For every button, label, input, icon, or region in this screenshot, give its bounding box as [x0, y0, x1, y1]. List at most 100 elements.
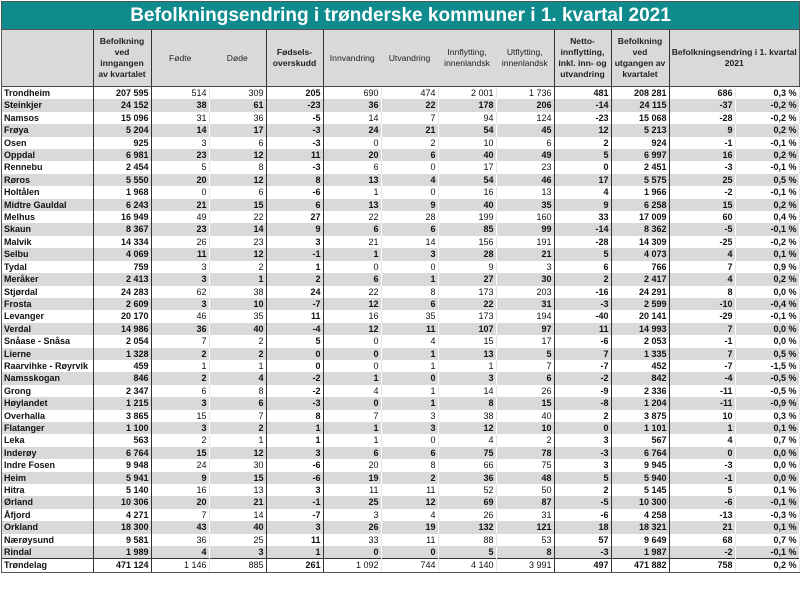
cell-pop-end: 9 649: [611, 533, 670, 547]
cell-domestic-out: 17: [496, 335, 555, 348]
cell-births: 3: [151, 297, 210, 311]
cell-emigration: 0: [381, 434, 439, 447]
cell-immigration: 20: [323, 149, 382, 162]
cell-natural-increase: 205: [266, 86, 324, 100]
header-deaths: Døde: [209, 30, 267, 87]
cell-natural-increase: 1: [266, 434, 324, 447]
cell-domestic-out: 3 991: [496, 558, 555, 572]
cell-domestic-out: 26: [496, 384, 555, 398]
table-row: Ørland 10 306 20 21 -1 25 12 69 87 -5 10 300 -6 -0,1…: [2, 496, 800, 509]
cell-change: -37: [669, 99, 736, 112]
cell-emigration: 3: [381, 421, 439, 435]
cell-emigration: 1: [381, 384, 439, 398]
cell-change-percent: -0,5 %: [735, 372, 800, 385]
cell-pop-start: 2 054: [93, 335, 152, 348]
table-row: Heim 5 941 9 15 -6 19 2 36 48 5 5 940 -1 0,0 %: [2, 471, 800, 484]
cell-municipality: Midtre Gauldal: [2, 198, 94, 212]
cell-domestic-out: 6: [496, 136, 555, 150]
cell-emigration: 28: [381, 211, 439, 224]
header-net-migration: Netto-innflytting, inkl. inn- og utvandr…: [554, 30, 612, 87]
cell-immigration: 21: [323, 235, 382, 249]
cell-municipality: Rennebu: [2, 161, 94, 174]
cell-municipality: Åfjord: [2, 508, 94, 522]
table-row: Snåase - Snåsa 2 054 7 2 5 0 4 15 17 -6 2 053 -1 0,0…: [2, 335, 800, 348]
cell-domestic-in: 38: [438, 409, 497, 422]
cell-births: 2: [151, 347, 210, 360]
cell-change-percent: -0,5 %: [735, 384, 800, 398]
table-row: Malvik 14 334 26 23 3 21 14 156 191 -28 14 309 -25-…: [2, 235, 800, 249]
cell-immigration: 22: [323, 211, 382, 224]
cell-emigration: 0: [381, 161, 439, 174]
cell-change-percent: 0,3 %: [735, 86, 800, 100]
cell-natural-increase: -6: [266, 459, 324, 472]
cell-net-migration: 497: [554, 558, 612, 572]
cell-pop-end: 471 882: [611, 558, 670, 572]
cell-net-migration: 57: [554, 533, 612, 547]
cell-pop-end: 4 073: [611, 248, 670, 261]
cell-pop-end: 1 101: [611, 421, 670, 435]
cell-municipality: Snåase - Snåsa: [2, 335, 94, 348]
cell-emigration: 4: [381, 335, 439, 348]
cell-births: 1 146: [151, 558, 210, 572]
cell-emigration: 8: [381, 285, 439, 298]
cell-change: 9: [669, 124, 736, 137]
table-row: Frøya 5 204 14 17 -3 24 21 54 45 12 5 213 9 0,2 %: [2, 124, 800, 137]
cell-natural-increase: 11: [266, 533, 324, 547]
cell-pop-end: 842: [611, 372, 670, 385]
cell-municipality: Tydal: [2, 260, 94, 274]
cell-deaths: 3: [209, 546, 267, 559]
cell-immigration: 16: [323, 310, 382, 323]
cell-net-migration: -16: [554, 285, 612, 298]
cell-pop-start: 5 550: [93, 173, 152, 187]
header-pop-start: Befolkning ved inngangen av kvartalet: [93, 30, 152, 87]
cell-change-percent: 0,0 %: [735, 446, 800, 460]
table-row: Inderøy 6 764 15 12 3 6 6 75 78 -3 6 764 0 0,0 %: [2, 446, 800, 460]
table-row: Nærøysund 9 581 36 25 11 33 11 88 53 57 9 649 68 0,7…: [2, 533, 800, 547]
cell-deaths: 15: [209, 471, 267, 484]
cell-natural-increase: 2: [266, 273, 324, 286]
cell-municipality: Heim: [2, 471, 94, 484]
cell-natural-increase: 3: [266, 446, 324, 460]
table-row: Midtre Gauldal 6 243 21 15 6 13 9 40 35 9 6 258 15 0…: [2, 198, 800, 212]
cell-municipality: Ørland: [2, 496, 94, 509]
cell-births: 16: [151, 484, 210, 497]
cell-domestic-out: 10: [496, 421, 555, 435]
cell-immigration: 1: [323, 248, 382, 261]
header-pop-end: Befolkning ved utgangen av kvartalet: [611, 30, 670, 87]
cell-domestic-out: 87: [496, 496, 555, 509]
cell-domestic-in: 5: [438, 546, 497, 559]
cell-deaths: 12: [209, 446, 267, 460]
cell-pop-end: 10 300: [611, 496, 670, 509]
table-row: Levanger 20 170 46 35 11 16 35 173 194 -40 20 141-…: [2, 310, 800, 323]
cell-domestic-in: 199: [438, 211, 497, 224]
cell-natural-increase: 8: [266, 409, 324, 422]
cell-immigration: 11: [323, 484, 382, 497]
cell-pop-start: 15 096: [93, 111, 152, 125]
table-row: Tydal 759 3 2 1 0 0 9 3 6 766 7 0,9 %: [2, 260, 800, 274]
cell-emigration: 11: [381, 533, 439, 547]
cell-immigration: 12: [323, 322, 382, 336]
cell-natural-increase: 1: [266, 421, 324, 435]
population-change-table: Befolkning ved inngangen av kvartalet Fø…: [2, 30, 800, 572]
table-row: Orkland 18 300 43 40 3 26 19 132 121 18 18 321 21 0,…: [2, 521, 800, 534]
cell-domestic-in: 9: [438, 260, 497, 274]
cell-births: 514: [151, 86, 210, 100]
cell-immigration: 0: [323, 546, 382, 559]
cell-deaths: 6: [209, 397, 267, 410]
cell-births: 15: [151, 446, 210, 460]
cell-domestic-out: 50: [496, 484, 555, 497]
cell-change-percent: -0,2 %: [735, 99, 800, 112]
cell-domestic-in: 15: [438, 335, 497, 348]
cell-pop-end: 2 417: [611, 273, 670, 286]
cell-municipality: Orkland: [2, 521, 94, 534]
cell-domestic-out: 40: [496, 409, 555, 422]
cell-change: 21: [669, 521, 736, 534]
cell-domestic-out: 15: [496, 397, 555, 410]
cell-domestic-in: 26: [438, 508, 497, 522]
table-row: Flatanger 1 100 3 2 1 1 3 12 10 0 1 101 1 0,1 %: [2, 421, 800, 435]
cell-pop-start: 207 595: [93, 86, 152, 100]
cell-net-migration: -3: [554, 446, 612, 460]
cell-domestic-in: 10: [438, 136, 497, 150]
table-row: Steinkjer 24 152 38 61 -23 36 22 178 206 -14 24 11…: [2, 99, 800, 112]
cell-change: 5: [669, 484, 736, 497]
